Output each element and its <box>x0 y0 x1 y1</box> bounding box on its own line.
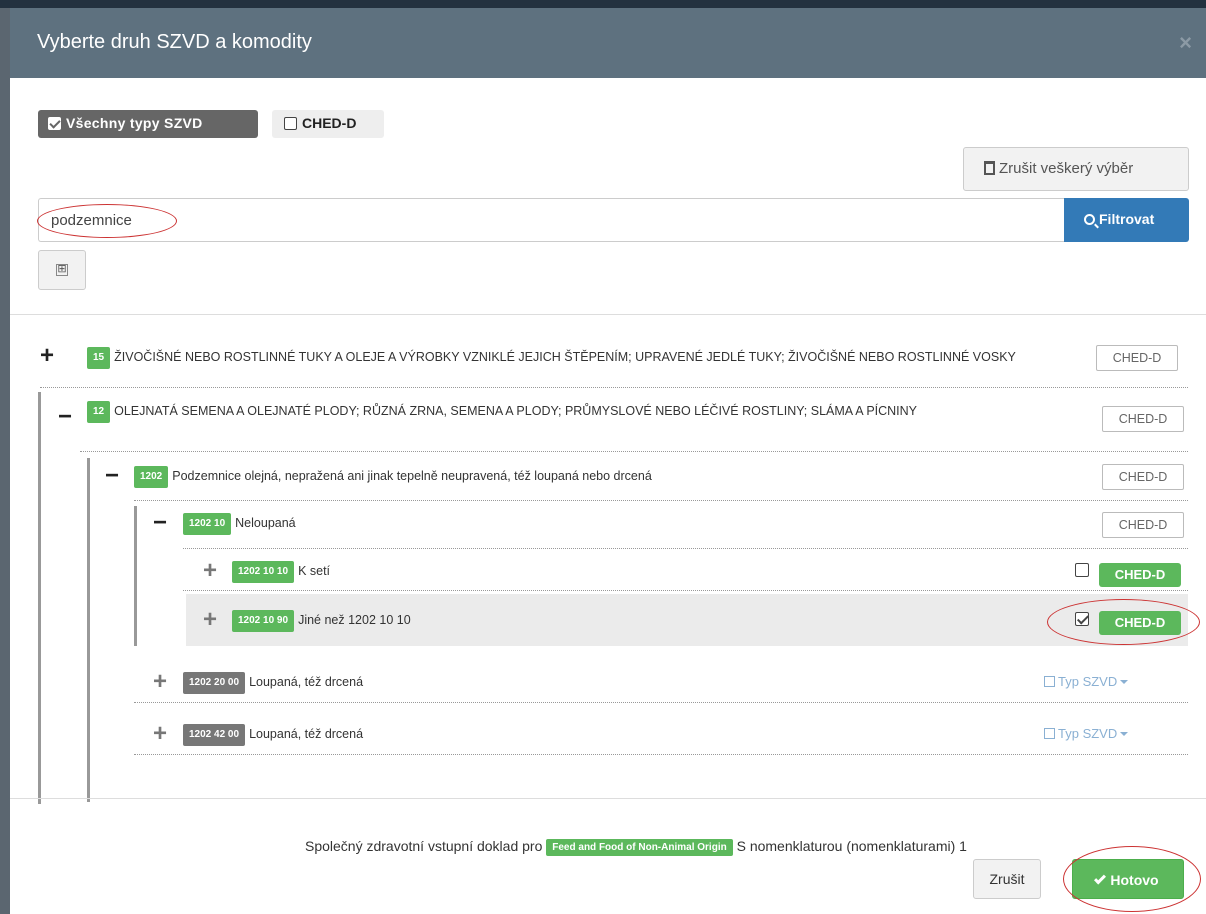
modal-header: Vyberte druh SZVD a komodity × <box>10 8 1206 78</box>
code-badge: 1202 10 <box>183 513 232 535</box>
annotation-ellipse-ched <box>1047 599 1200 645</box>
cancel-button[interactable]: Zrušit <box>973 859 1041 899</box>
backdrop <box>0 0 1206 8</box>
doc-type-ched-d[interactable]: CHED-D <box>1102 512 1184 538</box>
collapse-icon[interactable]: − <box>153 511 167 535</box>
row-divider <box>134 500 1188 501</box>
row-divider <box>183 548 1188 549</box>
expand-icon[interactable]: + <box>153 722 167 746</box>
divider <box>10 798 1206 799</box>
search-field[interactable] <box>38 198 1064 242</box>
ched-d-toggle[interactable]: CHED-D <box>272 110 384 138</box>
all-types-toggle[interactable]: Všechny typy SZVD <box>38 110 258 138</box>
close-icon[interactable]: × <box>1179 30 1192 56</box>
doc-type-ched-d-selected[interactable]: CHED-D <box>1099 563 1181 587</box>
tree-row-1202-10[interactable]: 1202 10 Neloupaná <box>183 513 983 535</box>
tree-indent-bar <box>134 506 137 646</box>
doc-type-ched-d[interactable]: CHED-D <box>1102 406 1184 432</box>
tree-row-text: Loupaná, též drcená <box>249 675 364 689</box>
code-badge: 12 <box>87 401 111 423</box>
footer-summary: Společný zdravotní vstupní doklad pro Fe… <box>305 838 967 856</box>
commodity-type-badge: Feed and Food of Non-Animal Origin <box>546 839 733 856</box>
search-icon <box>1084 214 1095 225</box>
expand-icon[interactable]: + <box>153 670 167 694</box>
expand-icon[interactable]: + <box>203 608 217 632</box>
tree-indent-bar <box>87 458 90 802</box>
doc-type-ched-d[interactable]: CHED-D <box>1096 345 1178 371</box>
code-badge: 1202 10 90 <box>232 610 295 632</box>
tree-row-text: Podzemnice olejná, nepražená ani jinak t… <box>172 469 652 483</box>
caret-down-icon <box>1120 680 1129 684</box>
annotation-ellipse-search <box>37 204 177 238</box>
filter-button-label: Filtrovat <box>1099 211 1155 227</box>
filter-button[interactable]: Filtrovat <box>1064 198 1189 242</box>
expand-icon[interactable]: + <box>203 559 217 583</box>
code-badge: 1202 20 00 <box>183 672 246 694</box>
checkbox-empty-icon <box>284 117 297 130</box>
checkbox-empty-icon <box>1044 676 1055 687</box>
collapse-icon[interactable]: − <box>105 464 119 488</box>
expand-all-button[interactable]: ⊞ <box>38 250 86 290</box>
search-input[interactable] <box>39 199 1064 241</box>
doc-type-dropdown-label: Typ SZVD <box>1058 726 1118 741</box>
doc-type-dropdown[interactable]: Typ SZVD <box>1044 674 1129 689</box>
ched-d-label: CHED-D <box>302 115 357 131</box>
expand-icon[interactable]: + <box>40 344 54 368</box>
modal-title: Vyberte druh SZVD a komodity <box>37 31 312 53</box>
divider <box>10 314 1206 315</box>
doc-type-ched-d[interactable]: CHED-D <box>1102 464 1184 490</box>
code-badge: 1202 42 00 <box>183 724 246 746</box>
tree-indent-bar <box>38 392 41 804</box>
collapse-icon[interactable]: − <box>58 405 72 429</box>
tree-row-1202-42-00[interactable]: 1202 42 00 Loupaná, též drcená <box>183 724 883 746</box>
row-divider <box>134 754 1188 755</box>
tree-row-text: ŽIVOČIŠNÉ NEBO ROSTLINNÉ TUKY A OLEJE A … <box>114 350 1016 364</box>
tree-row-text: Neloupaná <box>235 516 296 530</box>
tree-row-text: Loupaná, též drcená <box>249 727 364 741</box>
footer-suffix: S nomenklaturou (nomenklaturami) 1 <box>736 838 967 854</box>
footer-prefix: Společný zdravotní vstupní doklad pro <box>305 838 543 854</box>
checkbox-empty-icon <box>1044 728 1055 739</box>
tree-row-1202-10-90[interactable]: 1202 10 90 Jiné než 1202 10 10 <box>232 610 932 632</box>
checkbox-checked-icon <box>48 117 61 130</box>
tree-row-12[interactable]: 12 OLEJNATÁ SEMENA A OLEJNATÉ PLODY; RŮZN… <box>87 401 1087 423</box>
all-types-label: Všechny typy SZVD <box>66 115 203 131</box>
tree-row-1202[interactable]: 1202 Podzemnice olejná, nepražená ani jin… <box>134 466 1034 488</box>
plus-square-icon: ⊞ <box>56 263 68 276</box>
tree-row-text: OLEJNATÁ SEMENA A OLEJNATÉ PLODY; RŮZNÁ … <box>114 404 918 418</box>
code-badge: 1202 10 10 <box>232 561 295 583</box>
doc-type-dropdown-label: Typ SZVD <box>1058 674 1118 689</box>
commodity-selection-modal: Vyberte druh SZVD a komodity × Všechny t… <box>10 8 1206 914</box>
ched-d-checkbox[interactable] <box>1075 563 1089 577</box>
doc-type-dropdown[interactable]: Typ SZVD <box>1044 726 1129 741</box>
tree-row-1202-10-10[interactable]: 1202 10 10 K setí <box>232 561 932 583</box>
code-badge: 15 <box>87 347 111 369</box>
tree-row-1202-20-00[interactable]: 1202 20 00 Loupaná, též drcená <box>183 672 883 694</box>
row-divider <box>134 702 1188 703</box>
caret-down-icon <box>1120 732 1129 736</box>
clear-all-label: Zrušit veškerý výběr <box>999 160 1134 177</box>
code-badge: 1202 <box>134 466 169 488</box>
annotation-ellipse-done <box>1063 846 1201 912</box>
row-divider <box>40 387 1188 388</box>
tree-row-15[interactable]: 15 ŽIVOČIŠNÉ NEBO ROSTLINNÉ TUKY A OLEJE … <box>87 347 1087 369</box>
clear-all-button[interactable]: Zrušit veškerý výběr <box>963 147 1189 191</box>
tree-row-text: Jiné než 1202 10 10 <box>298 613 411 627</box>
trash-icon <box>984 161 995 175</box>
row-divider <box>183 590 1188 591</box>
tree-row-text: K setí <box>298 564 331 578</box>
row-divider <box>80 451 1188 452</box>
